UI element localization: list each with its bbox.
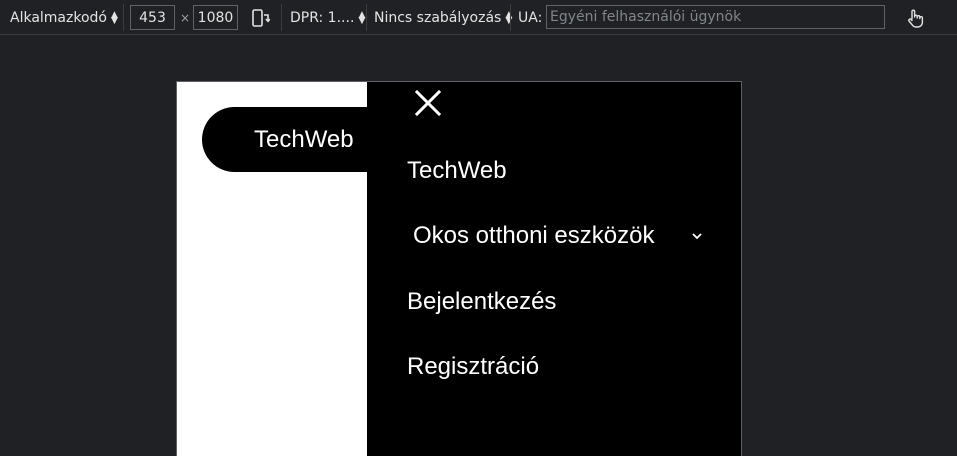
device-toolbar: Alkalmazkodó ▲ ▼ 453 × 1080 DPR: 1.... ▲ ▼… — [0, 0, 957, 35]
close-icon — [414, 89, 442, 117]
touch-hand-icon — [908, 9, 924, 28]
throttling-label: Nincs szabályozás — [374, 9, 502, 26]
times-sign: × — [180, 10, 191, 25]
throttling-select[interactable]: Nincs szabályozás ▲ ▼ — [374, 0, 512, 35]
dimensions-mode-select[interactable]: Alkalmazkodó ▲ ▼ — [10, 0, 118, 35]
dimensions-mode-label: Alkalmazkodó — [10, 9, 107, 26]
select-arrows-icon: ▲ ▼ — [111, 9, 118, 26]
nav-drawer: TechWeb Okos otthoni eszközök Bejelentke… — [367, 82, 741, 456]
width-input[interactable]: 453 — [130, 5, 175, 30]
header-brand-label: TechWeb — [254, 125, 354, 153]
touch-toggle-button[interactable] — [904, 0, 926, 35]
width-value: 453 — [139, 9, 166, 26]
toolbar-divider — [281, 4, 282, 31]
rotate-button[interactable] — [250, 0, 270, 35]
user-agent-input[interactable] — [546, 5, 885, 29]
device-viewport: TechWeb TechWeb Okos otthoni eszközök Be… — [176, 81, 742, 456]
dpr-label: DPR: 1.... — [290, 9, 355, 26]
height-value: 1080 — [197, 9, 234, 26]
dpr-select[interactable]: DPR: 1.... ▲ ▼ — [290, 0, 365, 35]
toolbar-divider — [123, 4, 124, 31]
chevron-down-icon[interactable] — [690, 229, 704, 243]
toolbar-divider — [510, 4, 511, 31]
rotate-device-icon — [252, 8, 270, 27]
ua-label: UA: — [518, 9, 543, 26]
close-button[interactable] — [414, 89, 442, 117]
drawer-brand-link[interactable]: TechWeb — [407, 157, 507, 185]
drawer-item-smart-home[interactable]: Okos otthoni eszközök — [413, 222, 654, 250]
select-arrows-icon: ▲ ▼ — [505, 9, 513, 26]
toolbar-divider — [366, 4, 367, 31]
height-input[interactable]: 1080 — [193, 5, 238, 30]
drawer-item-login[interactable]: Bejelentkezés — [407, 288, 556, 316]
drawer-item-register[interactable]: Regisztráció — [407, 353, 539, 381]
select-arrows-icon: ▲ ▼ — [358, 9, 366, 26]
